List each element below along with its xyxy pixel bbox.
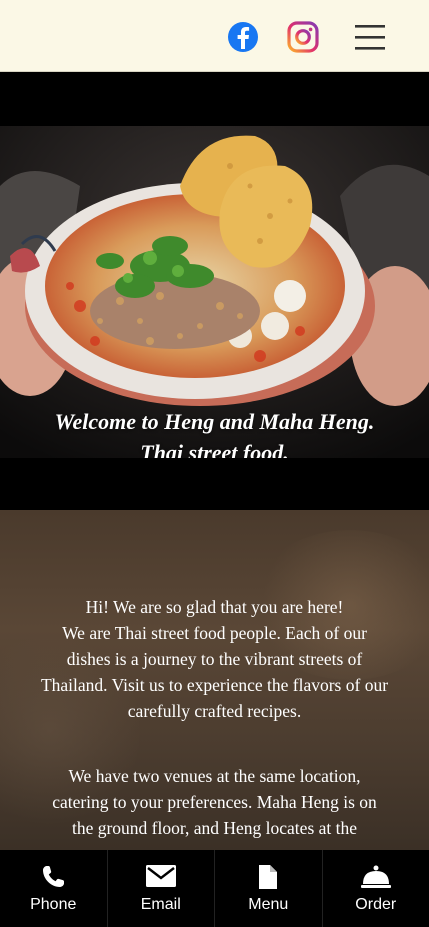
- envelope-icon: [145, 865, 176, 887]
- hero-bottom-band: [0, 458, 429, 510]
- nav-phone-label: Phone: [30, 896, 77, 913]
- bottom-nav: Phone Email Menu Order: [0, 850, 429, 927]
- hero-top-band: [0, 72, 429, 126]
- nav-order-button[interactable]: Order: [321, 850, 429, 927]
- hero-title-line1: Welcome to Heng and Maha Heng.: [54, 409, 375, 434]
- nav-email-button[interactable]: Email: [106, 850, 215, 927]
- facebook-icon[interactable]: [226, 20, 260, 54]
- nav-phone-button[interactable]: Phone: [0, 850, 107, 927]
- intro-description: We are Thai street food people. Each of …: [40, 623, 389, 721]
- intro-section: Hi! We are so glad that you are here! We…: [0, 510, 429, 850]
- instagram-icon[interactable]: [286, 20, 320, 54]
- nav-menu-button[interactable]: Menu: [214, 850, 322, 927]
- phone-icon: [43, 866, 65, 887]
- document-icon: [259, 865, 278, 889]
- top-header: [0, 0, 429, 72]
- nav-order-label: Order: [355, 896, 397, 913]
- intro-paragraph: Hi! We are so glad that you are here! We…: [40, 594, 389, 724]
- hamburger-menu-icon[interactable]: [353, 20, 387, 54]
- nav-email-label: Email: [140, 896, 181, 913]
- nav-menu-label: Menu: [248, 896, 289, 913]
- service-bell-icon: [360, 865, 391, 888]
- venues-paragraph: We have two venues at the same location,…: [52, 766, 377, 838]
- intro-greeting: Hi! We are so glad that you are here!: [85, 597, 344, 617]
